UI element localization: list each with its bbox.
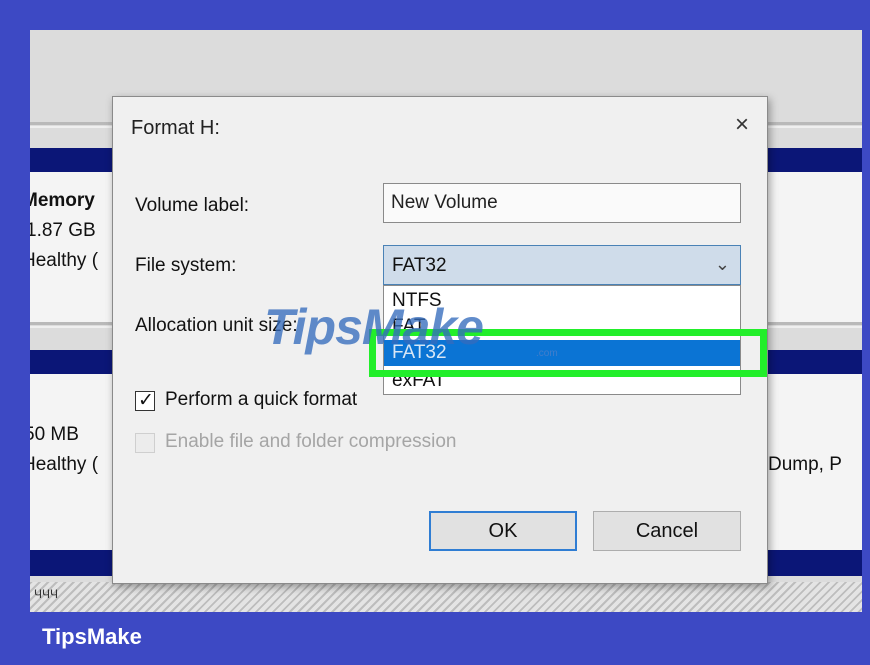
disk-size: 1.87 GB bbox=[30, 220, 96, 241]
dialog-title: Format H: bbox=[131, 117, 220, 139]
volume-label-input[interactable]: New Volume bbox=[383, 183, 741, 223]
quick-format-label: Perform a quick format bbox=[165, 389, 358, 410]
disk-status: Healthy ( bbox=[30, 454, 99, 475]
hatch-label: ЧЧЧ bbox=[34, 587, 58, 601]
disk-size: 50 MB bbox=[30, 424, 79, 445]
unallocated-hatch bbox=[30, 582, 862, 612]
compression-label: Enable file and folder compression bbox=[165, 431, 457, 452]
quick-format-checkbox[interactable]: ✓ bbox=[135, 390, 155, 411]
partition-info: Dump, P bbox=[768, 454, 842, 475]
chevron-down-icon: ⌄ bbox=[714, 254, 730, 274]
file-system-label: File system: bbox=[135, 255, 237, 276]
check-icon: ✓ bbox=[138, 390, 154, 411]
file-system-value: FAT32 bbox=[392, 255, 447, 276]
cancel-button[interactable]: Cancel bbox=[593, 511, 741, 551]
watermark-logo: TipsMake bbox=[264, 299, 484, 355]
compression-checkbox[interactable] bbox=[135, 433, 155, 453]
disk-status: Healthy ( bbox=[30, 250, 99, 271]
disk-name: Memory bbox=[30, 190, 95, 211]
ok-button[interactable]: OK bbox=[429, 511, 577, 551]
close-icon[interactable]: × bbox=[735, 111, 749, 139]
file-system-select[interactable]: FAT32 ⌄ bbox=[383, 245, 741, 285]
volume-label-label: Volume label: bbox=[135, 195, 250, 216]
watermark-suffix: .com bbox=[536, 348, 558, 359]
brand-label: TipsMake bbox=[42, 624, 142, 649]
